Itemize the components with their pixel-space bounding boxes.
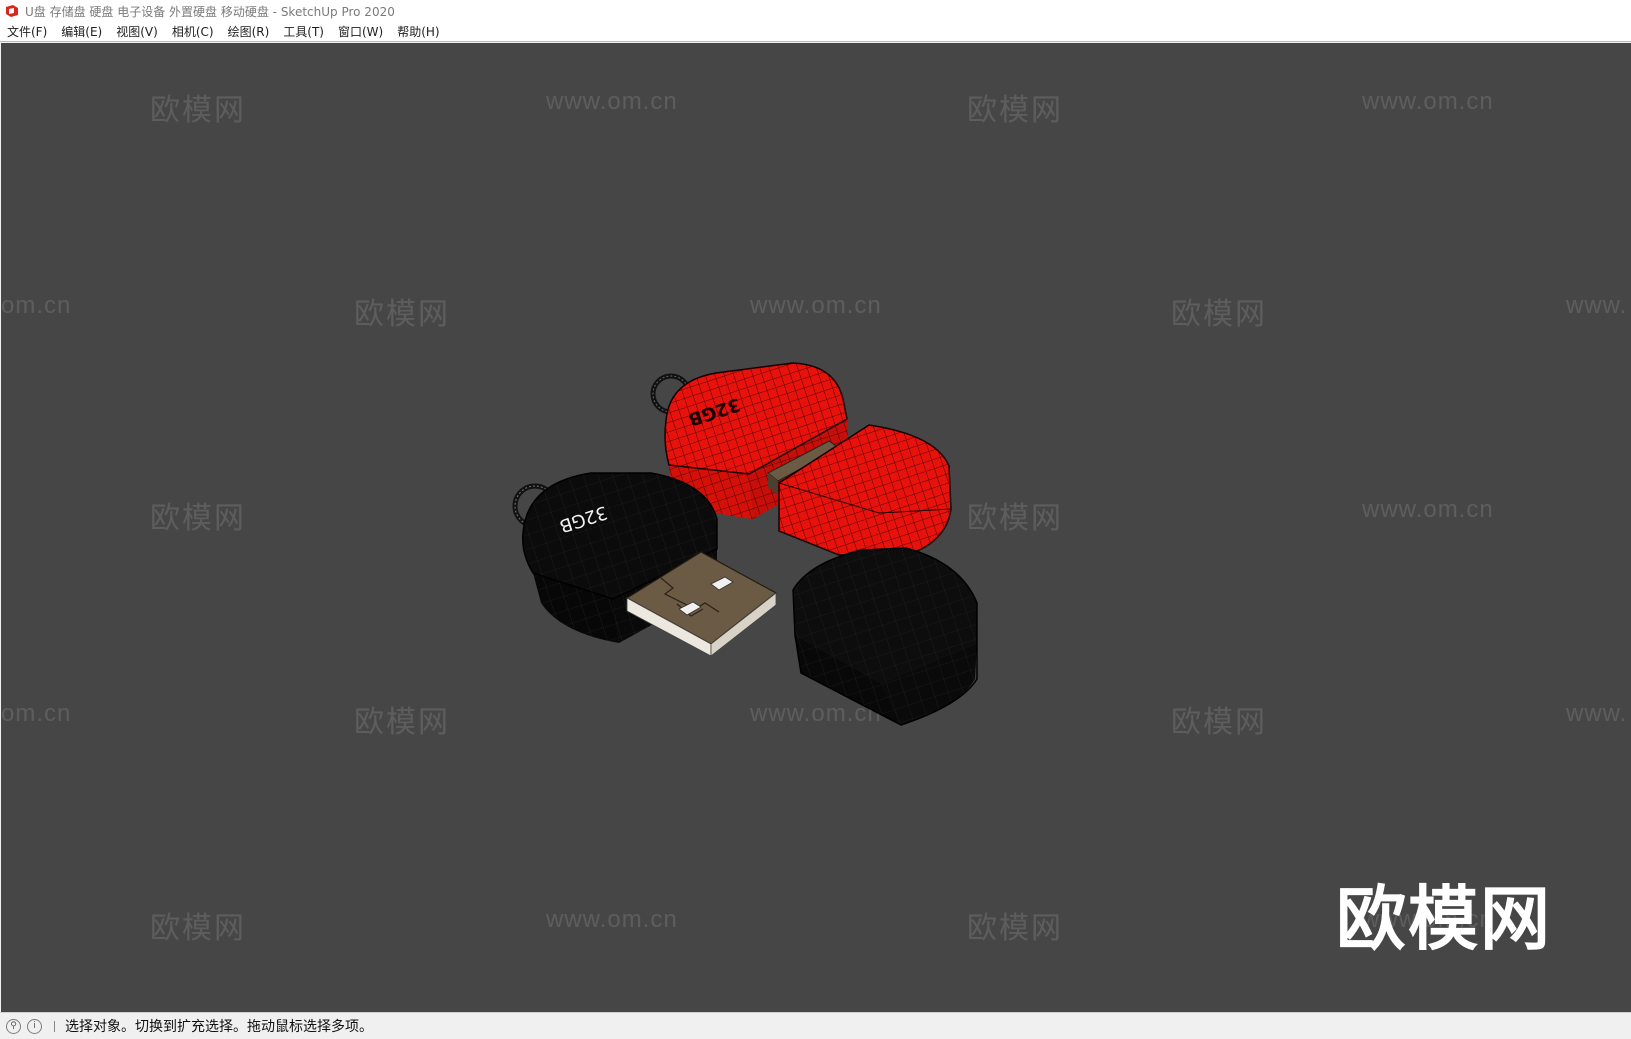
menu-bar: 文件(F) 编辑(E) 视图(V) 相机(C) 绘图(R) 工具(T) 窗口(W…	[0, 22, 1631, 42]
sketchup-icon	[6, 5, 18, 17]
black-cap	[792, 547, 978, 726]
menu-edit[interactable]: 编辑(E)	[54, 23, 109, 40]
drawing-viewport[interactable]: 欧模网 www.om.cn 欧模网 www.om.cn om.cn 欧模网 ww…	[1, 43, 1631, 1012]
menu-window[interactable]: 窗口(W)	[331, 23, 390, 40]
status-separator	[54, 1020, 55, 1032]
brand-watermark-logo: 欧模网	[1336, 878, 1552, 960]
info-icon[interactable]: i	[27, 1018, 42, 1034]
menu-view[interactable]: 视图(V)	[109, 23, 165, 40]
status-bar: ⚲ i 选择对象。切换到扩充选择。拖动鼠标选择多项。	[0, 1012, 1631, 1039]
status-text: 选择对象。切换到扩充选择。拖动鼠标选择多项。	[65, 1019, 373, 1035]
geo-location-icon[interactable]: ⚲	[6, 1018, 21, 1034]
menu-file[interactable]: 文件(F)	[0, 23, 54, 40]
window-title: U盘 存储盘 硬盘 电子设备 外置硬盘 移动硬盘 - SketchUp Pro …	[25, 4, 395, 19]
menu-tools[interactable]: 工具(T)	[276, 23, 331, 40]
menu-camera[interactable]: 相机(C)	[165, 23, 221, 40]
menu-help[interactable]: 帮助(H)	[390, 23, 446, 40]
menu-draw[interactable]: 绘图(R)	[221, 23, 277, 40]
title-bar[interactable]: U盘 存储盘 硬盘 电子设备 外置硬盘 移动硬盘 - SketchUp Pro …	[0, 0, 1631, 22]
